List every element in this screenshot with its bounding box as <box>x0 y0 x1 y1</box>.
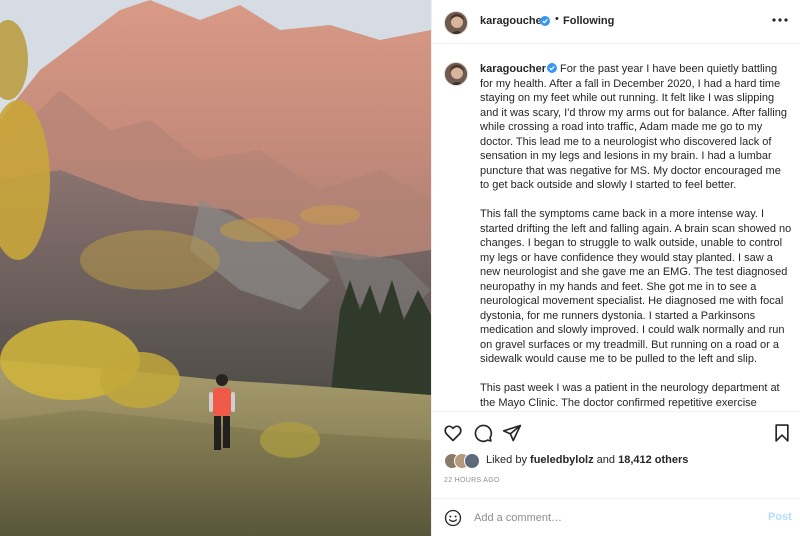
following-button[interactable]: Following <box>563 15 614 27</box>
likes-summary: Liked by fueledbylolz and 18,412 others <box>444 452 789 470</box>
post-caption: karagoucher For the past year I have been… <box>480 62 792 410</box>
comment-icon[interactable] <box>473 423 493 443</box>
liked-by-and: and <box>596 454 616 466</box>
likes-text: Liked by fueledbylolz and 18,412 others <box>486 454 688 466</box>
liker-avatars[interactable] <box>444 453 484 469</box>
post-header: karagoucher • Following <box>432 0 800 44</box>
mountain-runner-photo <box>0 0 431 536</box>
liked-by-prefix: Liked by <box>486 454 527 466</box>
caption-paragraph: This fall the symptoms came back in a mo… <box>480 208 792 365</box>
liker-avatar <box>464 453 480 469</box>
liked-by-username[interactable]: fueledbylolz <box>530 454 594 466</box>
post-timestamp[interactable]: 22 HOURS AGO <box>444 477 500 484</box>
author-avatar[interactable] <box>444 11 468 35</box>
avatar-image <box>445 12 467 34</box>
caption-text: For the past year I have been quietly ba… <box>480 63 787 191</box>
action-bar <box>432 411 800 453</box>
verified-badge-icon <box>540 16 550 26</box>
more-horizontal-icon[interactable] <box>772 17 788 23</box>
bookmark-icon[interactable] <box>772 423 792 443</box>
emoji-smile-icon[interactable] <box>444 509 462 527</box>
send-icon[interactable] <box>502 423 522 443</box>
caption-author-avatar[interactable] <box>444 62 468 86</box>
verified-badge-icon <box>547 63 558 73</box>
header-separator: • <box>555 13 559 25</box>
caption-paragraph: karagoucher For the past year I have been… <box>480 62 792 193</box>
author-username[interactable]: karagoucher <box>480 15 546 27</box>
caption-username[interactable]: karagoucher <box>480 63 546 75</box>
post-comment-button[interactable]: Post <box>768 511 792 523</box>
likes-count[interactable]: 18,412 others <box>618 454 688 466</box>
comment-input[interactable] <box>474 508 754 528</box>
caption-paragraph: This past week I was a patient in the ne… <box>480 382 780 409</box>
heart-icon[interactable] <box>443 423 463 443</box>
post-details-panel: karagoucher • Following karagoucher For t… <box>431 0 800 536</box>
post-photo[interactable] <box>0 0 431 536</box>
avatar-image <box>445 63 467 85</box>
comment-bar: Post <box>432 498 800 536</box>
caption-section: karagoucher For the past year I have been… <box>432 45 800 410</box>
